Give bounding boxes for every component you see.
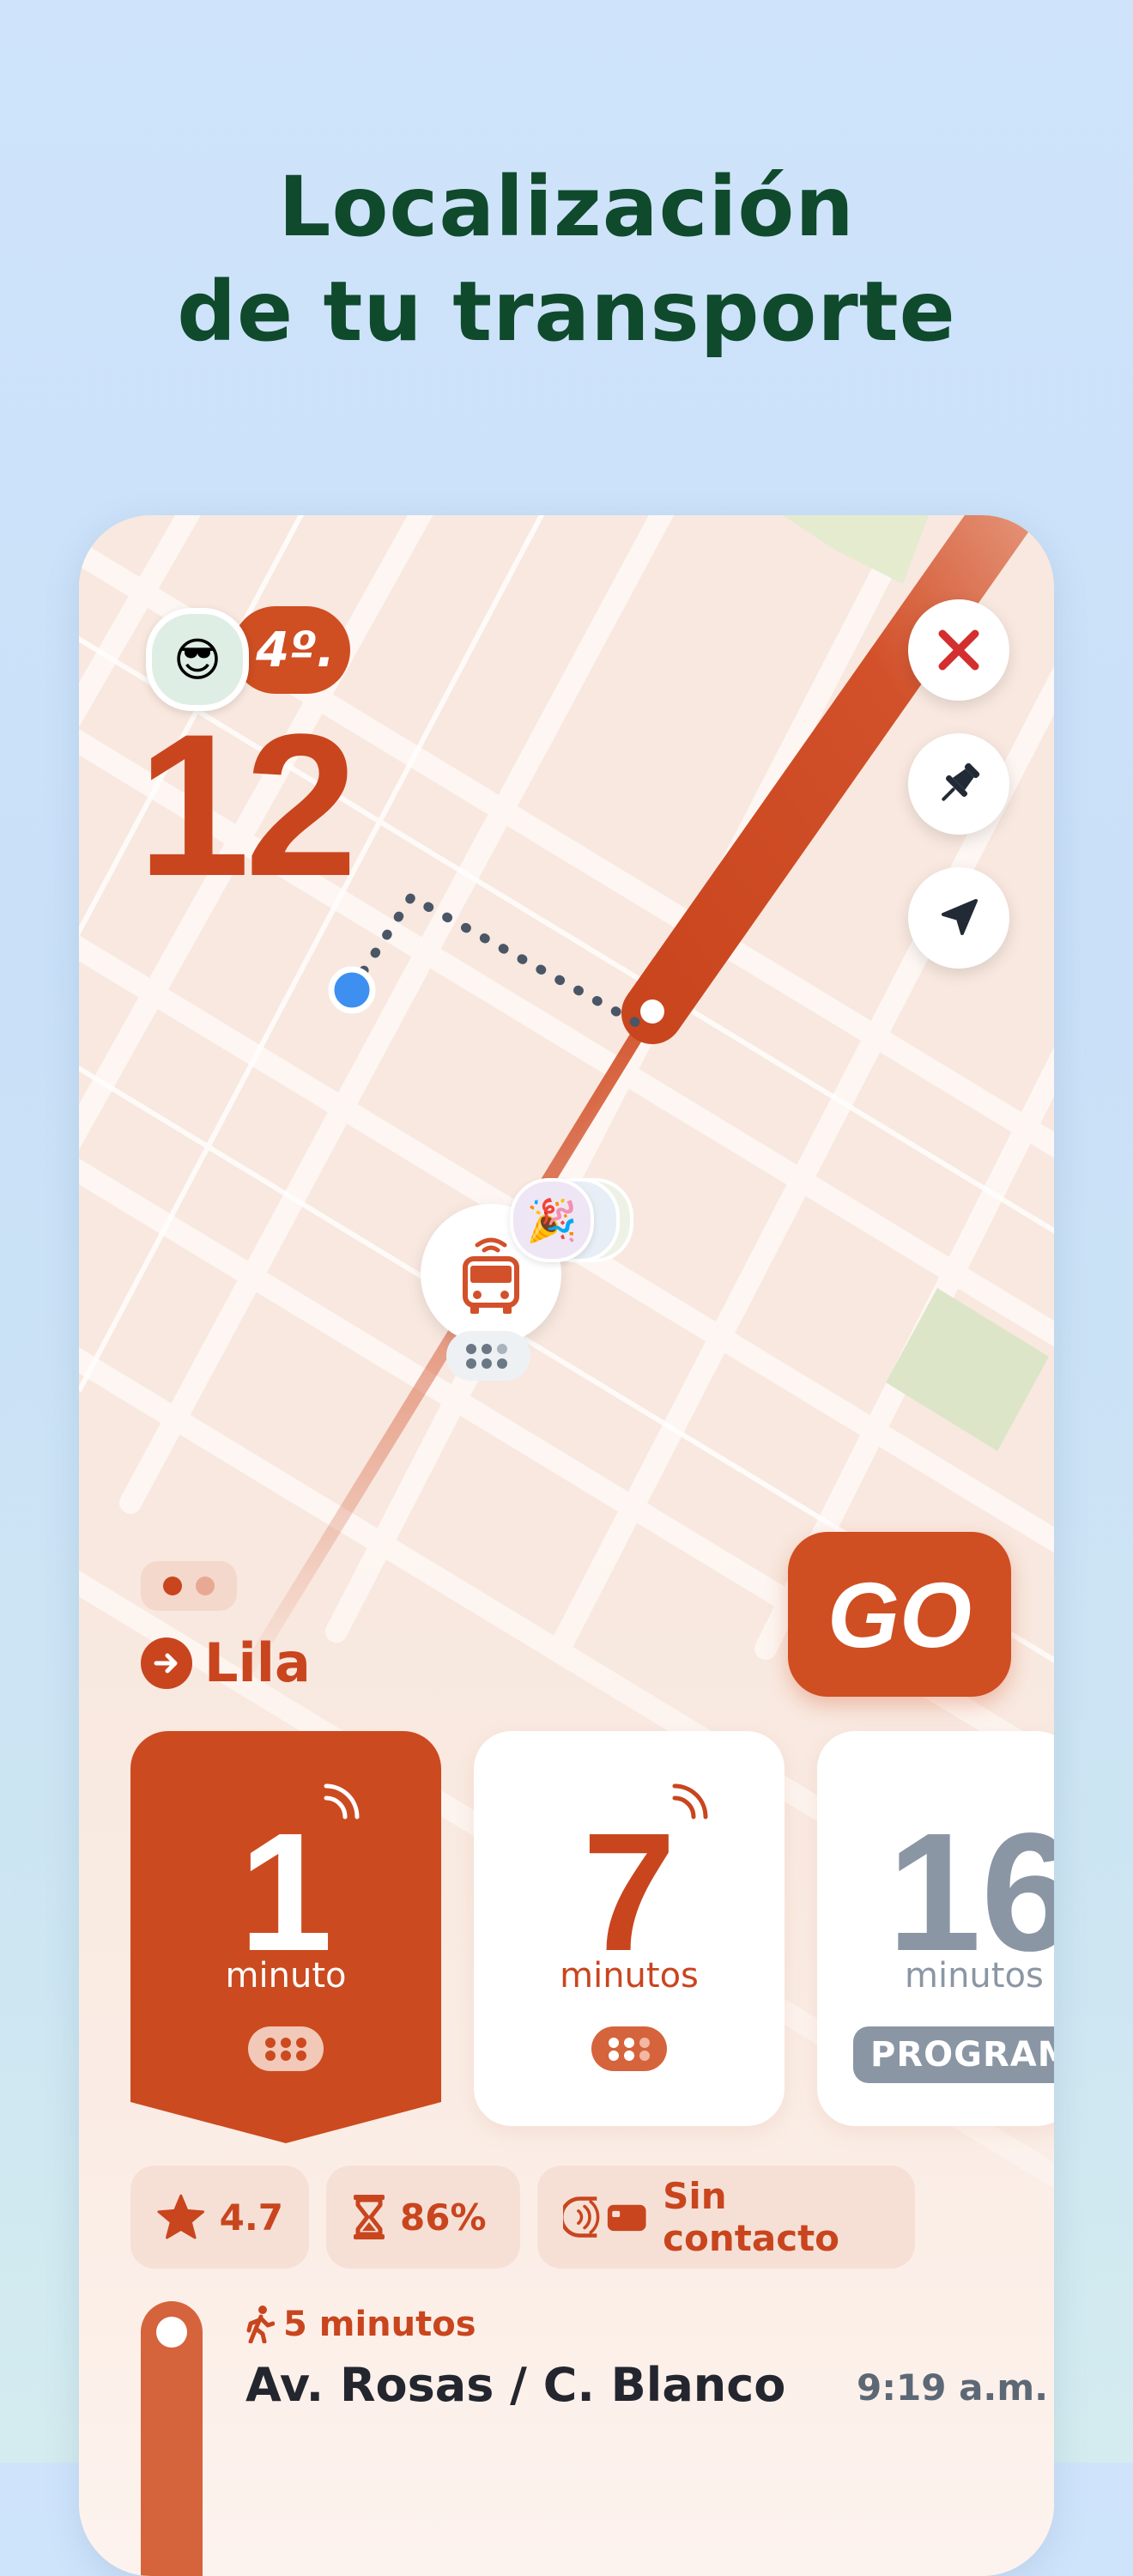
locate-button[interactable] [908, 867, 1009, 969]
occupancy-pill [248, 2026, 324, 2071]
line-number: 12 [137, 692, 358, 919]
contactless-card-icon [563, 2196, 646, 2238]
destination[interactable]: Lila [141, 1631, 311, 1694]
payment-label: Sin contacto [663, 2175, 840, 2259]
arrow-right-icon [141, 1637, 192, 1689]
arrival-card-3[interactable]: 16 minutos PROGRAMADO [817, 1731, 1054, 2126]
close-button[interactable] [908, 599, 1009, 701]
stop-name[interactable]: Av. Rosas / C. Blanco [245, 2358, 785, 2412]
page-indicator[interactable] [141, 1561, 237, 1611]
arrival-card-1[interactable]: 1 minuto [130, 1731, 441, 2143]
pin-button[interactable] [908, 733, 1009, 835]
arrival-card-2[interactable]: 7 minutos [474, 1731, 785, 2126]
contactless-chip[interactable]: Sin contacto [537, 2166, 915, 2269]
navigation-arrow-icon [942, 899, 978, 935]
star-icon [157, 2194, 205, 2239]
rank-badge: 4º. [232, 606, 350, 694]
party-popper-icon: 🎉 [510, 1178, 594, 1262]
headline-line-2: de tu transporte [177, 264, 956, 360]
arrival-unit: minutos [905, 1956, 1044, 1996]
occupancy-dots-icon [265, 2038, 306, 2061]
headline-line-1: Localización [278, 159, 855, 255]
stop-arrival-time: 9:19 a.m. [857, 2366, 1049, 2409]
hourglass-icon [354, 2195, 385, 2239]
reaction-bubble-stack[interactable]: 🎉 [510, 1178, 633, 1264]
scheduled-badge: PROGRAMADO [853, 2026, 1054, 2083]
arrival-minutes: 16 [888, 1798, 1054, 1986]
phone-screen: 😎 4º. 12 🎉 Lila GO 1 minuto 7 minutos 16… [79, 515, 1054, 2576]
bus-occupancy-pill [446, 1331, 530, 1381]
arrival-unit: minutos [560, 1956, 699, 1996]
user-location-dot [328, 966, 376, 1014]
arrival-minutes: 7 [582, 1798, 676, 1986]
page-dot [196, 1577, 215, 1595]
avatar-emoji: 😎 [173, 632, 222, 687]
walk-time-label: 5 minutos [283, 2305, 476, 2344]
walking-person-icon [246, 2306, 275, 2343]
pushpin-icon [942, 762, 980, 801]
occupancy-chip[interactable]: 86% [326, 2166, 520, 2269]
rating-chip[interactable]: 4.7 [130, 2166, 309, 2269]
occupancy-dots-icon [609, 2038, 650, 2061]
occupancy-pill [591, 2026, 667, 2071]
headline: Localización de tu transporte [0, 155, 1133, 364]
user-avatar[interactable]: 😎 [146, 608, 249, 711]
route-stop-marker [640, 999, 664, 1024]
destination-label: Lila [204, 1631, 311, 1694]
stop-dot [156, 2317, 187, 2348]
rating-value: 4.7 [219, 2196, 283, 2239]
occupancy-value: 86% [400, 2196, 487, 2239]
close-icon [938, 629, 979, 671]
arrival-unit: minuto [225, 1956, 347, 1996]
stop-timeline [141, 2301, 203, 2576]
occupancy-dots-icon [466, 1344, 507, 1369]
arrival-minutes: 1 [239, 1798, 333, 1986]
walk-time: 5 minutos [245, 2305, 476, 2344]
go-button[interactable]: GO [788, 1532, 1011, 1697]
page-dot-active [163, 1577, 182, 1595]
